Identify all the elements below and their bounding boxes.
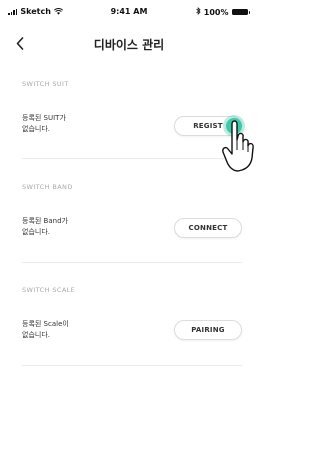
pairing-button[interactable]: PAIRING <box>174 320 242 340</box>
battery-percent: 100% <box>203 7 229 17</box>
section-description: 등록된 SUIT가 없습니다. <box>22 114 66 133</box>
status-bar: Sketch 9:41 AM 100% <box>0 0 258 20</box>
hand-pointer-icon <box>222 120 254 172</box>
section-header: SWITCH SCALE <box>22 286 76 294</box>
section-header: SWITCH BAND <box>22 183 73 191</box>
section-header: SWITCH SUIT <box>22 80 69 88</box>
nav-bar: 디바이스 관리 <box>0 28 258 58</box>
page-title: 디바이스 관리 <box>93 38 165 52</box>
battery-icon <box>231 9 250 15</box>
status-right: 100% <box>196 7 250 17</box>
section-description: 등록된 Scale이 없습니다. <box>22 320 69 339</box>
section-description: 등록된 Band가 없습니다. <box>22 217 68 236</box>
connect-button[interactable]: CONNECT <box>174 218 242 238</box>
divider <box>22 365 242 366</box>
bluetooth-icon <box>196 7 201 17</box>
divider <box>22 262 242 263</box>
divider <box>22 158 242 159</box>
